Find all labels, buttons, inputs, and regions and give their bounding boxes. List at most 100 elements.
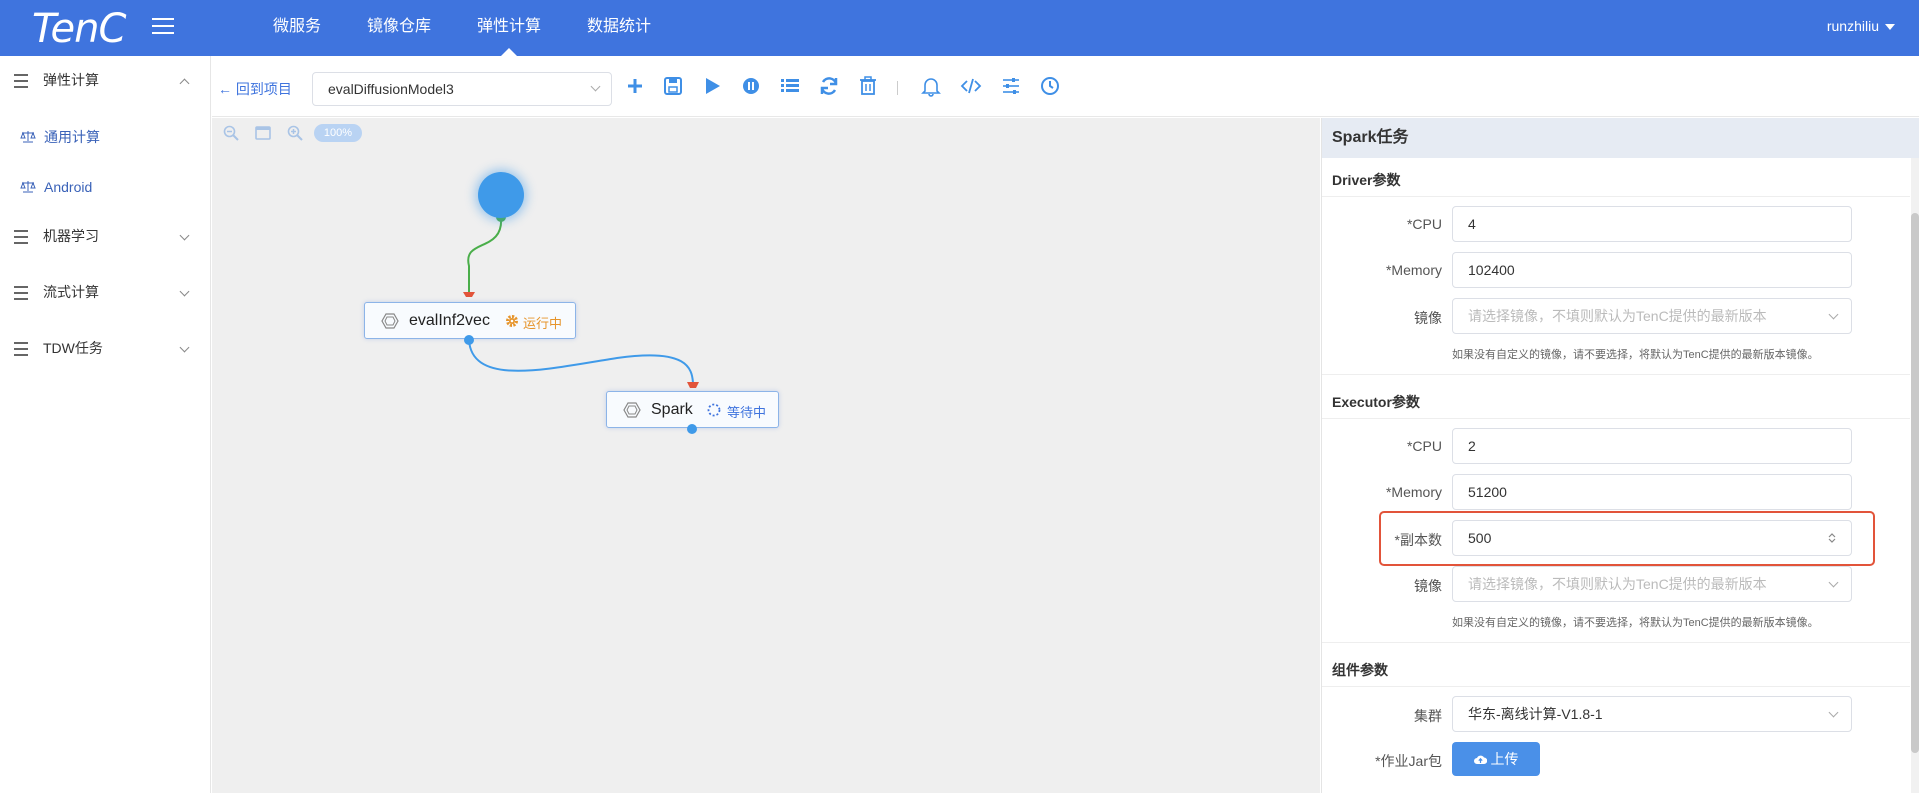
chevron-down-icon	[179, 286, 190, 297]
workflow-toolbar: ← 回到项目 evalDiffusionModel3	[212, 57, 1919, 117]
nav-elastic-computing[interactable]: 弹性计算	[454, 0, 564, 56]
executor-memory-label: *Memory	[1385, 484, 1442, 500]
task-node-spark[interactable]: Spark 等待中	[606, 391, 779, 428]
code-icon[interactable]	[960, 75, 982, 97]
scale-icon	[20, 131, 36, 143]
executor-image-hint: 如果没有自定义的镜像，请不要选择，将默认为TenC提供的最新版本镜像。	[1452, 617, 1819, 629]
panel-scrollbar[interactable]	[1911, 158, 1919, 793]
workflow-canvas[interactable]: 100% evalInf2vec 运行中 Spark 等待中	[212, 118, 1320, 793]
nav-statistics[interactable]: 数据统计	[564, 0, 674, 56]
chevron-down-icon	[1828, 707, 1839, 718]
section-divider	[1322, 418, 1910, 419]
clock-icon[interactable]	[1039, 75, 1061, 97]
back-to-project-link[interactable]: ← 回到项目	[218, 79, 292, 99]
executor-image-label: 镜像	[1414, 578, 1442, 594]
node-title: Spark	[651, 401, 693, 418]
sidebar-group-label: 机器学习	[43, 228, 99, 244]
section-divider	[1322, 196, 1910, 197]
list-icon	[14, 230, 28, 248]
section-executor-title: Executor参数	[1332, 394, 1420, 410]
cluster-value: 华东-离线计算-V1.8-1	[1468, 706, 1603, 722]
nav-image-registry[interactable]: 镜像仓库	[344, 0, 454, 56]
sidebar-item-android[interactable]: Android	[0, 162, 210, 212]
executor-image-select[interactable]: 请选择镜像，不填则默认为TenC提供的最新版本	[1452, 566, 1852, 602]
section-divider	[1322, 374, 1910, 375]
port-in-spark	[687, 382, 699, 388]
number-stepper-icon[interactable]	[1827, 532, 1837, 544]
jar-label: *作业Jar包	[1375, 753, 1442, 769]
section-component-title: 组件参数	[1332, 662, 1388, 678]
sidebar-group-label: 流式计算	[43, 284, 99, 300]
zoom-level-badge: 100%	[314, 124, 362, 142]
chevron-up-icon	[179, 78, 190, 89]
upload-jar-button[interactable]: 上传	[1452, 742, 1540, 776]
sidebar-item-label: Android	[44, 179, 93, 195]
replicas-value: 500	[1468, 530, 1492, 546]
trash-icon[interactable]	[857, 75, 879, 97]
sidebar-group-stream[interactable]: 流式计算	[0, 268, 210, 324]
toolbar-divider	[897, 81, 898, 95]
node-status: 等待中	[727, 405, 767, 420]
task-config-panel: Spark任务 Driver参数 *CPU 4 *Memory 102400 镜…	[1321, 118, 1919, 793]
fit-screen-icon[interactable]	[254, 124, 272, 142]
section-driver-title: Driver参数	[1332, 172, 1401, 188]
port-out-spark[interactable]	[687, 424, 697, 434]
project-value: evalDiffusionModel3	[328, 81, 454, 97]
add-icon[interactable]	[624, 75, 646, 97]
gear-icon	[506, 315, 518, 327]
driver-image-select[interactable]: 请选择镜像，不填则默认为TenC提供的最新版本	[1452, 298, 1852, 334]
top-navbar: TenC 微服务 镜像仓库 弹性计算 数据统计 runzhiliu	[0, 0, 1919, 56]
driver-image-hint: 如果没有自定义的镜像，请不要选择，将默认为TenC提供的最新版本镜像。	[1452, 349, 1819, 361]
scrollbar-thumb[interactable]	[1911, 213, 1919, 753]
cluster-label: 集群	[1414, 708, 1442, 724]
sidebar-item-label: 通用计算	[44, 129, 100, 145]
project-select[interactable]: evalDiffusionModel3	[312, 72, 612, 106]
refresh-icon[interactable]	[818, 75, 840, 97]
port-out-node1[interactable]	[464, 335, 474, 345]
sidebar-group-tdw[interactable]: TDW任务	[0, 324, 210, 380]
node-type-icon	[623, 402, 641, 418]
list-icon	[14, 342, 28, 360]
chevron-down-icon	[1828, 309, 1839, 320]
chevron-down-icon	[179, 342, 190, 353]
driver-cpu-label: *CPU	[1406, 216, 1442, 232]
caret-down-icon	[1885, 24, 1895, 31]
bell-icon[interactable]	[920, 75, 942, 97]
section-divider	[1322, 686, 1910, 687]
zoom-in-icon[interactable]	[286, 124, 304, 142]
executor-memory-input[interactable]: 51200	[1452, 474, 1852, 510]
start-node[interactable]	[478, 172, 524, 218]
sidebar-item-general-compute[interactable]: 通用计算	[0, 112, 210, 162]
executor-cpu-input[interactable]: 2	[1452, 428, 1852, 464]
node-status: 运行中	[523, 316, 563, 331]
menu-toggle-icon[interactable]	[152, 18, 174, 36]
task-node-evalinf2vec[interactable]: evalInf2vec 运行中	[364, 302, 576, 339]
run-icon[interactable]	[701, 75, 723, 97]
image-placeholder: 请选择镜像，不填则默认为TenC提供的最新版本	[1468, 576, 1767, 592]
cluster-select[interactable]: 华东-离线计算-V1.8-1	[1452, 696, 1852, 732]
user-menu[interactable]: runzhiliu	[1827, 18, 1895, 34]
nav-microservice[interactable]: 微服务	[250, 0, 344, 56]
sidebar-group-label: 弹性计算	[43, 72, 99, 88]
app-logo[interactable]: TenC	[32, 6, 126, 52]
section-divider	[1322, 642, 1910, 643]
list-icon	[14, 286, 28, 304]
driver-memory-input[interactable]: 102400	[1452, 252, 1852, 288]
edge-layer	[463, 212, 699, 388]
chevron-down-icon	[1828, 577, 1839, 588]
driver-cpu-input[interactable]: 4	[1452, 206, 1852, 242]
scale-icon	[20, 181, 36, 193]
image-placeholder: 请选择镜像，不填则默认为TenC提供的最新版本	[1468, 308, 1767, 324]
main-nav: 微服务 镜像仓库 弹性计算 数据统计	[250, 0, 674, 56]
list-icon[interactable]	[779, 75, 801, 97]
executor-replicas-input[interactable]: 500	[1452, 520, 1852, 556]
username: runzhiliu	[1826, 18, 1879, 34]
sidebar-group-ml[interactable]: 机器学习	[0, 212, 210, 268]
sidebar-group-label: TDW任务	[43, 340, 103, 356]
sliders-icon[interactable]	[1000, 75, 1022, 97]
zoom-out-icon[interactable]	[222, 124, 240, 142]
sidebar-group-elastic[interactable]: 弹性计算	[0, 56, 210, 112]
pause-icon[interactable]	[740, 75, 762, 97]
list-icon	[14, 74, 28, 92]
save-icon[interactable]	[662, 75, 684, 97]
